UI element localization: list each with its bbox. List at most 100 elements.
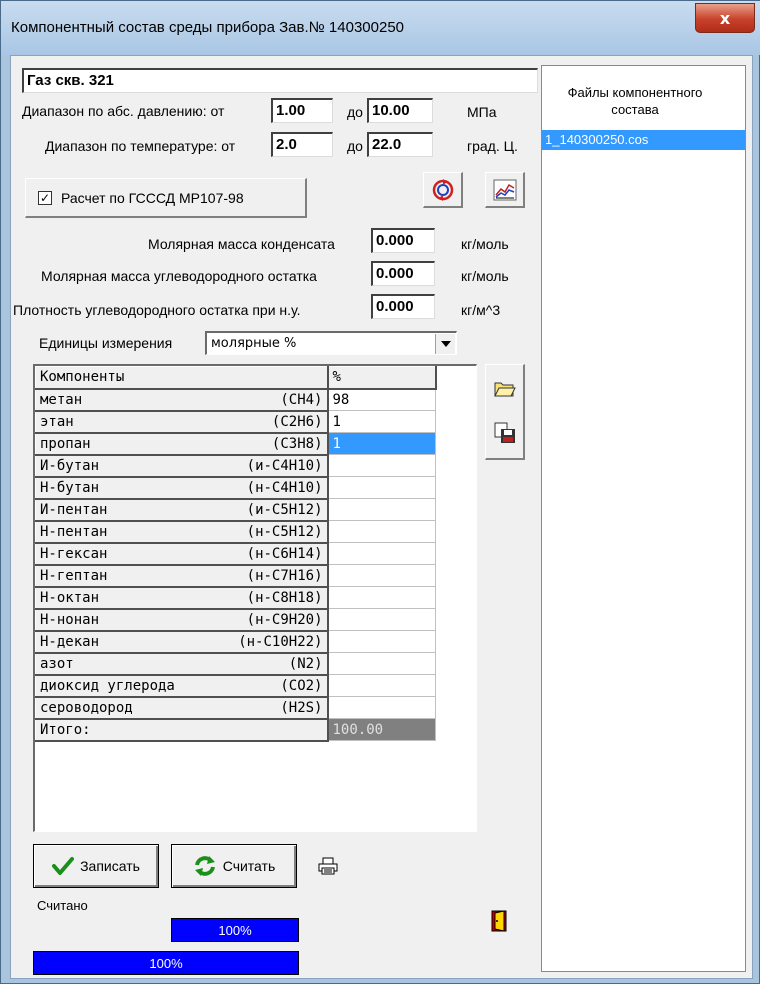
temperature-to-input[interactable]: 22.0	[367, 132, 433, 157]
condensate-mass-unit: кг/моль	[461, 236, 509, 252]
component-name: И-пентан	[40, 501, 108, 518]
temperature-unit: град. Ц.	[467, 138, 518, 154]
save-button-label: Записать	[80, 858, 140, 874]
table-row[interactable]: метан (CH4) 98	[35, 388, 436, 412]
progress-secondary-label: 100%	[149, 955, 183, 971]
table-row[interactable]: азот (N2)	[35, 652, 436, 676]
hydrocarbon-mass-input[interactable]: 0.000	[371, 261, 435, 286]
table-row[interactable]: И-пентан (и-C5H12)	[35, 498, 436, 522]
gsssd-checkbox-button[interactable]: ✓ Расчет по ГСССД МР107-98	[25, 178, 307, 218]
components-grid[interactable]: Компоненты % метан (CH4) 98 этан (C2H6) 1 проп…	[33, 364, 477, 832]
open-file-button[interactable]	[490, 371, 520, 407]
component-value-cell[interactable]	[327, 608, 436, 631]
table-row[interactable]: Н-гептан (н-C7H16)	[35, 564, 436, 588]
total-row: Итого: 100.00	[35, 718, 436, 742]
component-formula: (C2H6)	[271, 413, 323, 430]
units-label: Единицы измерения	[39, 335, 173, 351]
component-name: Н-бутан	[40, 479, 100, 496]
condensate-mass-label: Молярная масса конденсата	[148, 236, 335, 252]
component-name: этан	[40, 413, 74, 430]
dialog-window: Компонентный состав среды прибора Зав.№ …	[0, 0, 760, 984]
gsssd-checkbox[interactable]: ✓	[38, 190, 52, 205]
component-value-cell[interactable]	[327, 696, 436, 719]
recalculate-icon	[432, 178, 453, 201]
grid-header-percent[interactable]: %	[327, 366, 437, 390]
save-disk-icon	[494, 422, 515, 443]
table-row[interactable]: диоксид углерода (CO2)	[35, 674, 436, 698]
component-name-cell: азот (N2)	[35, 652, 329, 676]
close-button[interactable]: x	[695, 3, 755, 33]
component-name-cell: метан (CH4)	[35, 388, 329, 412]
component-value-cell[interactable]	[327, 520, 436, 543]
table-row[interactable]: пропан (C3H8) 1	[35, 432, 436, 456]
client-area: Газ скв. 321 Диапазон по абс. давлению: …	[10, 55, 753, 979]
save-button[interactable]: Записать	[33, 844, 159, 888]
component-formula: (CO2)	[280, 677, 323, 694]
component-name-cell: И-пентан (и-C5H12)	[35, 498, 329, 522]
component-name-cell: Н-нонан (н-C9H20)	[35, 608, 329, 632]
component-name: Н-октан	[40, 589, 100, 606]
component-name-cell: пропан (C3H8)	[35, 432, 329, 456]
name-field[interactable]: Газ скв. 321	[22, 68, 538, 93]
component-name-cell: этан (C2H6)	[35, 410, 329, 434]
table-row[interactable]: И-бутан (и-C4H10)	[35, 454, 436, 478]
table-row[interactable]: этан (C2H6) 1	[35, 410, 436, 434]
component-value-cell[interactable]	[327, 454, 436, 477]
table-row[interactable]: Н-бутан (н-C4H10)	[35, 476, 436, 500]
table-row[interactable]: Н-октан (н-C8H18)	[35, 586, 436, 610]
table-row[interactable]: Н-пентан (н-C5H12)	[35, 520, 436, 544]
condensate-mass-input[interactable]: 0.000	[371, 228, 435, 253]
grid-header-components[interactable]: Компоненты	[35, 366, 329, 390]
dropdown-arrow-icon[interactable]	[435, 334, 455, 354]
pressure-to-input[interactable]: 10.00	[367, 98, 433, 123]
table-row[interactable]: Н-нонан (н-C9H20)	[35, 608, 436, 632]
files-panel: Файлы компонентного состава 1_140300250.…	[541, 65, 746, 972]
component-formula: (CH4)	[280, 391, 323, 408]
component-formula: (н-C8H18)	[246, 589, 323, 606]
component-name: сероводород	[40, 699, 133, 716]
component-value-cell[interactable]	[327, 476, 436, 499]
table-row[interactable]: Н-декан (н-C10H22)	[35, 630, 436, 654]
hydrocarbon-density-label: Плотность углеводородного остатка при н.…	[13, 302, 301, 318]
table-row[interactable]: Н-гексан (н-C6H14)	[35, 542, 436, 566]
file-list-item[interactable]: 1_140300250.cos	[542, 130, 745, 150]
component-name: Н-декан	[40, 633, 100, 650]
pressure-to-label: до	[347, 104, 363, 120]
component-value-cell[interactable]: 98	[327, 388, 436, 411]
pressure-from-input[interactable]: 1.00	[271, 98, 333, 123]
component-value-cell[interactable]	[327, 586, 436, 609]
component-formula: (и-C5H12)	[246, 501, 323, 518]
component-value-cell[interactable]	[327, 564, 436, 587]
component-value-cell[interactable]: 1	[327, 410, 436, 433]
component-value-cell[interactable]	[327, 542, 436, 565]
grid-toolbar	[485, 364, 525, 460]
gsssd-label: Расчет по ГСССД МР107-98	[61, 189, 244, 206]
chart-button[interactable]	[485, 172, 525, 208]
hydrocarbon-density-input[interactable]: 0.000	[371, 294, 435, 319]
print-button[interactable]	[315, 854, 341, 878]
component-value-cell[interactable]	[327, 498, 436, 521]
read-button[interactable]: Считать	[171, 844, 297, 888]
units-selected: молярные %	[211, 336, 297, 351]
recalculate-button[interactable]	[423, 172, 463, 208]
hydrocarbon-density-unit: кг/м^3	[461, 302, 501, 318]
component-name-cell: Н-октан (н-C8H18)	[35, 586, 329, 610]
temperature-from-input[interactable]: 2.0	[271, 132, 333, 157]
exit-door-icon	[491, 910, 507, 932]
component-formula: (н-C5H12)	[246, 523, 323, 540]
component-name: Н-гексан	[40, 545, 108, 562]
component-name: Н-нонан	[40, 611, 100, 628]
exit-button[interactable]	[487, 908, 511, 934]
component-value-cell[interactable]	[327, 652, 436, 675]
table-row[interactable]: сероводород (H2S)	[35, 696, 436, 720]
component-value-cell[interactable]	[327, 674, 436, 697]
component-name-cell: Н-декан (н-C10H22)	[35, 630, 329, 654]
temperature-label: Диапазон по температуре: от	[45, 138, 236, 154]
component-value-cell[interactable]	[327, 630, 436, 653]
window-title: Компонентный состав среды прибора Зав.№ …	[11, 19, 405, 36]
component-value-cell[interactable]: 1	[327, 432, 436, 455]
save-file-button[interactable]	[490, 415, 520, 451]
units-dropdown[interactable]: молярные %	[205, 331, 457, 355]
files-list: 1_140300250.cos	[542, 130, 745, 150]
grid-header-row: Компоненты %	[35, 366, 437, 390]
